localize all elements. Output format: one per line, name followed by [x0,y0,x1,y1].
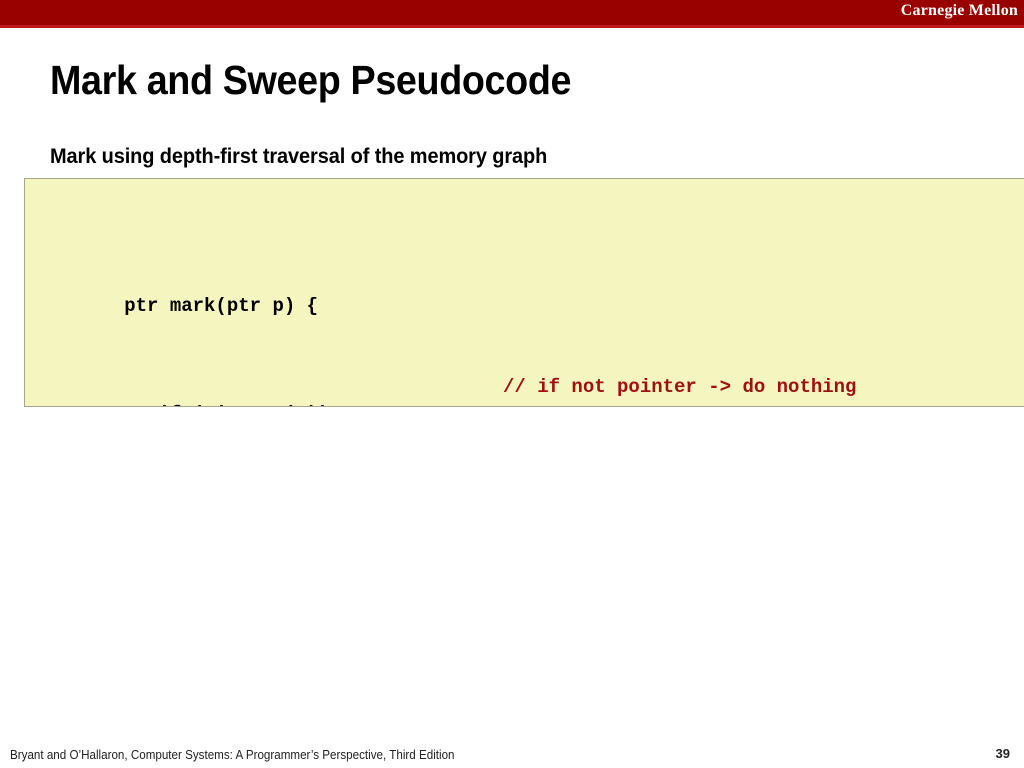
page-title: Mark and Sweep Pseudocode [50,57,572,103]
footer-page-number: 39 [995,746,1010,761]
header-banner [0,0,1024,25]
code-block: ptr mark(ptr p) { if (!is_ptr(p)) return… [24,178,1024,407]
footer-attribution: Bryant and O’Hallaron, Computer Systems:… [10,748,455,762]
slide-subtitle: Mark using depth-first traversal of the … [50,145,548,168]
code-line-comment: // if not pointer -> do nothing [503,376,857,398]
header-banner-underline [0,25,1024,28]
brand-label: Carnegie Mellon [900,2,1018,19]
code-line-text: ptr mark(ptr p) { [124,295,319,317]
code-listing: ptr mark(ptr p) { if (!is_ptr(p)) return… [33,185,856,406]
code-line: if (!is_ptr(p)) return; // if not pointe… [33,374,856,406]
code-line-text: if (!is_ptr(p)) return; [124,401,420,406]
code-line: ptr mark(ptr p) { [33,266,489,317]
slide-canvas: Carnegie Mellon Mark and Sweep Pseudocod… [0,0,1024,768]
